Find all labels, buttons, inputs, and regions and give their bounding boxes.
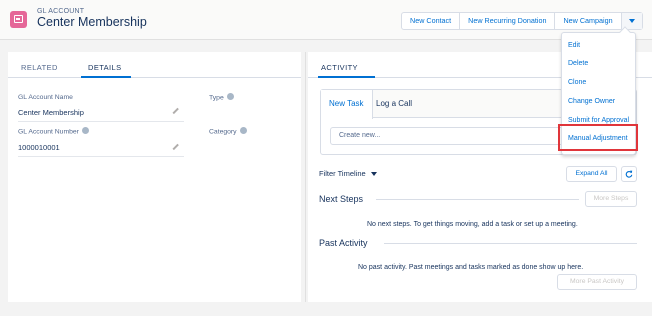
record-header: GL ACCOUNT Center Membership New Contact…	[0, 0, 652, 40]
details-tabs: RELATED DETAILS	[8, 52, 301, 78]
type-label-text: Type	[209, 94, 224, 102]
refresh-icon	[625, 170, 633, 178]
menu-item-clone[interactable]: Clone	[568, 79, 586, 86]
record-page: GL ACCOUNT Center Membership New Contact…	[0, 0, 652, 316]
active-tab-indicator	[318, 76, 375, 78]
menu-item-delete[interactable]: Delete	[568, 60, 588, 67]
gl-number-value: 1000010001	[18, 143, 60, 152]
expand-all-button[interactable]: Expand All	[566, 166, 617, 182]
more-past-activity-button[interactable]: More Past Activity	[557, 274, 637, 290]
header-actions: New Contact New Recurring Donation New C…	[401, 12, 643, 30]
highlight-box	[558, 124, 638, 151]
gl-account-icon	[10, 11, 27, 28]
more-steps-button[interactable]: More Steps	[585, 191, 637, 207]
gl-number-label-text: GL Account Number	[18, 128, 79, 136]
tab-activity[interactable]: ACTIVITY	[321, 63, 358, 72]
details-panel: RELATED DETAILS GL Account Name Center M…	[8, 52, 301, 302]
new-recurring-donation-button[interactable]: New Recurring Donation	[460, 13, 556, 29]
edit-pencil-icon[interactable]	[172, 107, 179, 114]
field-divider	[18, 156, 184, 157]
new-campaign-button[interactable]: New Campaign	[555, 13, 622, 29]
tab-new-task[interactable]: New Task	[321, 90, 373, 119]
new-contact-button[interactable]: New Contact	[402, 13, 461, 29]
gl-name-value: Center Membership	[18, 108, 84, 117]
info-icon[interactable]	[81, 127, 89, 134]
tab-related[interactable]: RELATED	[21, 63, 58, 72]
info-icon[interactable]	[239, 127, 247, 134]
past-activity-empty-text: No past activity. Past meetings and task…	[358, 264, 584, 271]
gl-number-label: GL Account Number	[18, 127, 89, 136]
tab-details[interactable]: DETAILS	[88, 63, 122, 72]
record-title: Center Membership	[37, 15, 147, 29]
category-label-text: Category	[209, 128, 237, 136]
type-label: Type	[209, 93, 234, 102]
caret-down-icon	[370, 172, 377, 177]
chevron-down-icon	[628, 19, 635, 23]
panel-divider	[305, 52, 306, 302]
next-steps-title: Next Steps	[319, 194, 364, 204]
edit-pencil-icon[interactable]	[172, 143, 179, 150]
filter-timeline-label: Filter Timeline	[319, 169, 366, 178]
section-divider	[384, 243, 637, 244]
section-divider	[376, 199, 579, 200]
object-type-label: GL ACCOUNT	[37, 8, 85, 15]
field-divider	[18, 121, 184, 122]
tab-log-a-call[interactable]: Log a Call	[376, 90, 412, 118]
info-icon[interactable]	[226, 93, 234, 100]
menu-item-edit[interactable]: Edit	[568, 42, 580, 49]
category-label: Category	[209, 127, 247, 136]
filter-timeline[interactable]: Filter Timeline	[319, 169, 377, 178]
active-tab-indicator	[81, 76, 131, 78]
menu-item-change-owner[interactable]: Change Owner	[568, 98, 615, 105]
next-steps-empty-text: No next steps. To get things moving, add…	[367, 221, 578, 228]
gl-name-label: GL Account Name	[18, 94, 73, 101]
menu-item-submit-for-approval[interactable]: Submit for Approval	[568, 117, 629, 124]
past-activity-title: Past Activity	[319, 238, 368, 248]
refresh-button[interactable]	[621, 166, 637, 182]
